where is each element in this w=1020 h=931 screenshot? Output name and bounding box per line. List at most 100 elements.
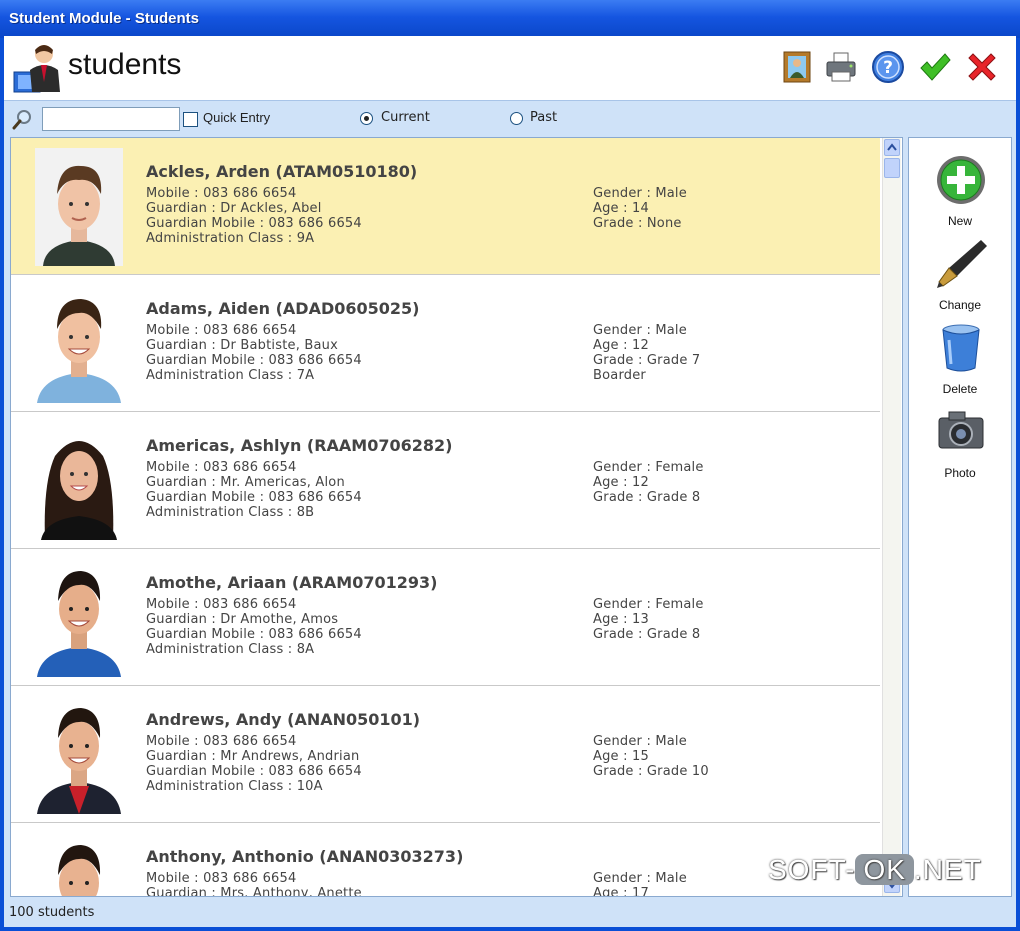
past-radio[interactable] [510, 112, 523, 125]
delete-button[interactable]: Delete [909, 320, 1011, 400]
student-guardian-mobile: Guardian Mobile : 083 686 6654 [146, 490, 362, 505]
student-gender: Gender : Male [593, 323, 687, 338]
printer-icon[interactable] [824, 50, 858, 84]
student-name: Anthony, Anthonio (ANAN0303273) [146, 847, 464, 866]
student-grade: Grade : Grade 7 [593, 353, 701, 368]
student-photo [35, 833, 123, 896]
student-mobile: Mobile : 083 686 6654 [146, 597, 297, 612]
student-name: Americas, Ashlyn (RAAM0706282) [146, 436, 453, 455]
student-guardian-mobile: Guardian Mobile : 083 686 6654 [146, 764, 362, 779]
student-age: Age : 13 [593, 612, 649, 627]
student-mobile: Mobile : 083 686 6654 [146, 460, 297, 475]
current-radio-label: Current [381, 110, 430, 125]
watermark: SOFT- OK .NET [768, 854, 982, 888]
add-icon [937, 156, 985, 204]
delete-label: Delete [942, 382, 978, 396]
svg-text:?: ? [883, 58, 893, 78]
change-label: Change [938, 298, 982, 312]
student-photo [35, 148, 123, 266]
student-photo [35, 559, 123, 677]
student-mobile: Mobile : 083 686 6654 [146, 734, 297, 749]
student-extra: Boarder [593, 368, 646, 383]
camera-icon [938, 411, 984, 449]
status-bar: 100 students [4, 897, 1016, 927]
past-radio-label: Past [530, 110, 558, 125]
application-window: Student Module - Students students ? Qui… [0, 0, 1020, 931]
student-gender: Gender : Female [593, 460, 704, 475]
title-bar[interactable]: Student Module - Students [0, 0, 1020, 38]
student-guardian: Guardian : Dr Babtiste, Baux [146, 338, 338, 353]
chevron-up-icon [887, 143, 897, 151]
student-grade: Grade : Grade 10 [593, 764, 709, 779]
student-grade: Grade : None [593, 216, 682, 231]
student-guardian: Guardian : Mr. Americas, Alon [146, 475, 345, 490]
photo-frame-icon[interactable] [780, 50, 814, 84]
scroll-thumb[interactable] [884, 158, 900, 178]
student-row[interactable]: Ackles, Arden (ATAM0510180) Mobile : 083… [11, 138, 880, 275]
student-mobile: Mobile : 083 686 6654 [146, 323, 297, 338]
client-area: students ? Quick Entry Current Past Ackl… [4, 36, 1016, 927]
window-title: Student Module - Students [9, 10, 199, 27]
quick-entry-checkbox[interactable] [183, 112, 198, 127]
main-area: Ackles, Arden (ATAM0510180) Mobile : 083… [4, 137, 1016, 897]
watermark-right: .NET [913, 854, 982, 885]
student-admin-class: Administration Class : 8A [146, 642, 315, 657]
new-label: New [947, 214, 972, 228]
close-x-icon[interactable] [965, 50, 999, 84]
student-gender: Gender : Male [593, 186, 687, 201]
pen-icon [937, 240, 987, 288]
student-grade: Grade : Grade 8 [593, 490, 701, 505]
student-guardian-mobile: Guardian Mobile : 083 686 6654 [146, 627, 362, 642]
quick-entry-label: Quick Entry [203, 110, 271, 125]
student-photo [35, 285, 123, 403]
student-row[interactable]: Adams, Aiden (ADAD0605025) Mobile : 083 … [11, 275, 880, 412]
ok-check-icon[interactable] [918, 50, 952, 84]
scroll-up-button[interactable] [884, 139, 900, 156]
student-age: Age : 15 [593, 749, 649, 764]
student-gender: Gender : Female [593, 597, 704, 612]
header: students ? [4, 36, 1016, 101]
student-mobile: Mobile : 083 686 6654 [146, 871, 297, 886]
student-name: Andrews, Andy (ANAN050101) [146, 710, 421, 729]
change-button[interactable]: Change [909, 236, 1011, 316]
filter-bar: Quick Entry Current Past [4, 101, 1016, 137]
student-admin-class: Administration Class : 10A [146, 779, 323, 794]
current-radio[interactable] [360, 112, 373, 125]
trash-icon [942, 324, 980, 372]
student-age: Age : 12 [593, 475, 649, 490]
new-button[interactable]: New [909, 152, 1011, 232]
student-guardian-mobile: Guardian Mobile : 083 686 6654 [146, 216, 362, 231]
student-gender: Gender : Male [593, 734, 687, 749]
student-guardian: Guardian : Dr Amothe, Amos [146, 612, 339, 627]
student-admin-class: Administration Class : 8B [146, 505, 315, 520]
action-panel: New Change Delete Photo [908, 137, 1012, 897]
student-mobile: Mobile : 083 686 6654 [146, 186, 297, 201]
page-title: students [68, 48, 182, 81]
student-row[interactable]: Anthony, Anthonio (ANAN0303273) Mobile :… [11, 823, 880, 897]
student-photo [35, 422, 123, 540]
student-age: Age : 17 [593, 886, 649, 897]
search-icon[interactable] [12, 109, 34, 131]
vertical-scrollbar[interactable] [882, 138, 901, 896]
watermark-left: SOFT- [768, 854, 856, 885]
photo-button[interactable]: Photo [909, 404, 1011, 484]
student-row[interactable]: Amothe, Ariaan (ARAM0701293) Mobile : 08… [11, 549, 880, 686]
student-admin-class: Administration Class : 7A [146, 368, 315, 383]
student-age: Age : 12 [593, 338, 649, 353]
student-name: Amothe, Ariaan (ARAM0701293) [146, 573, 438, 592]
student-admin-class: Administration Class : 9A [146, 231, 315, 246]
student-row[interactable]: Americas, Ashlyn (RAAM0706282) Mobile : … [11, 412, 880, 549]
student-gender: Gender : Male [593, 871, 687, 886]
student-guardian: Guardian : Dr Ackles, Abel [146, 201, 322, 216]
help-icon[interactable]: ? [871, 50, 905, 84]
student-grade: Grade : Grade 8 [593, 627, 701, 642]
student-guardian: Guardian : Mrs. Anthony, Anette [146, 886, 362, 897]
photo-label: Photo [944, 466, 976, 480]
student-photo [35, 696, 123, 814]
student-count: 100 students [9, 905, 95, 920]
student-name: Ackles, Arden (ATAM0510180) [146, 162, 418, 181]
student-guardian-mobile: Guardian Mobile : 083 686 6654 [146, 353, 362, 368]
student-guardian: Guardian : Mr Andrews, Andrian [146, 749, 360, 764]
student-row[interactable]: Andrews, Andy (ANAN050101) Mobile : 083 … [11, 686, 880, 823]
search-input[interactable] [42, 107, 180, 131]
